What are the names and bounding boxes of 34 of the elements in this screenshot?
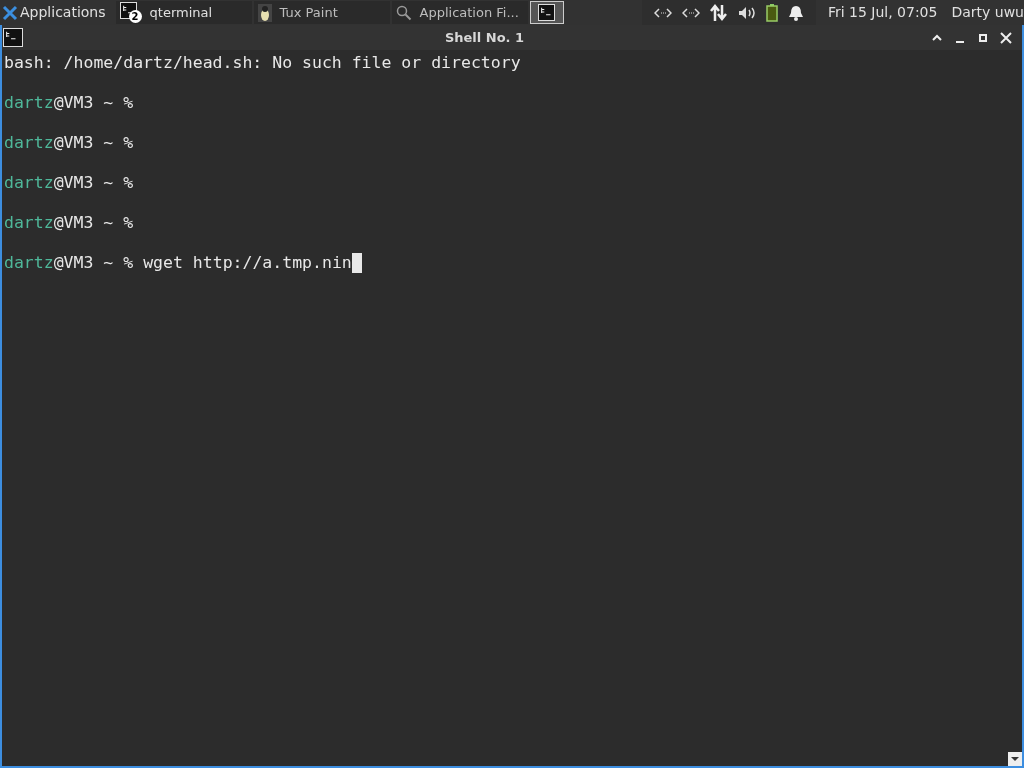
prompt-host: @VM3 ~ % (53, 133, 134, 153)
output-line: bash: /home/dartz/head.sh: No such file or directory (4, 53, 521, 73)
network-icon[interactable] (653, 6, 672, 19)
user-name[interactable]: Darty uwu (951, 2, 1024, 23)
close-icon[interactable] (999, 30, 1013, 45)
scroll-down-icon[interactable] (1008, 752, 1022, 766)
command-text: wget http://a.tmp.nin (143, 253, 352, 273)
prompt-user: dartz (4, 93, 54, 113)
prompt-host: @VM3 ~ % (53, 93, 134, 113)
task-button[interactable]: Tux Paint (253, 1, 390, 24)
volume-icon[interactable] (737, 5, 756, 20)
terminal-icon (538, 4, 556, 21)
task-button[interactable]: Application Fi... (391, 1, 528, 24)
prompt-host: @VM3 ~ % (53, 253, 134, 273)
task-button[interactable] (529, 1, 564, 24)
network-icon[interactable] (681, 6, 700, 19)
bell-icon[interactable] (787, 4, 804, 21)
prompt-host: @VM3 ~ % (53, 173, 134, 193)
transfer-icon[interactable] (709, 3, 728, 22)
terminal-icon (3, 28, 23, 47)
battery-icon[interactable] (765, 3, 778, 22)
applications-menu[interactable]: Applications (0, 0, 108, 25)
x-logo-icon (2, 4, 18, 21)
window-title: Shell No. 1 (443, 28, 526, 47)
prompt-host: @VM3 ~ % (53, 213, 134, 233)
terminal-icon (119, 2, 137, 19)
prompt-user: dartz (4, 173, 54, 193)
search-icon (395, 4, 412, 21)
prompt-user: dartz (4, 253, 54, 273)
prompt-user: dartz (4, 213, 54, 233)
task-button[interactable]: 2 qterminal (115, 1, 252, 24)
penguin-icon (257, 3, 272, 22)
prompt-user: dartz (4, 133, 54, 153)
clock-text[interactable]: Fri 15 Jul, 07:05 (827, 2, 938, 23)
